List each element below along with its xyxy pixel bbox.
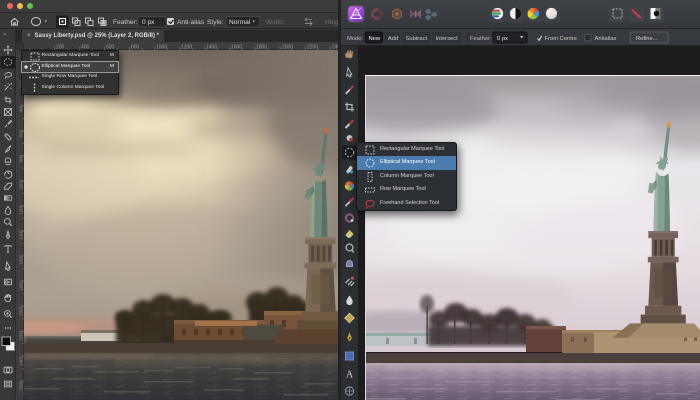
svg-text:2000: 2000 (19, 305, 24, 315)
svg-text:2200: 2200 (19, 330, 24, 340)
svg-text:Subtract: Subtract (406, 36, 428, 42)
svg-text:Width:: Width: (266, 19, 285, 26)
svg-text:Anti-alias: Anti-alias (177, 19, 205, 26)
svg-text:Normal: Normal (229, 19, 251, 26)
svg-text:Add: Add (388, 36, 398, 42)
svg-text:New: New (369, 36, 381, 42)
svg-text:»: » (3, 32, 7, 38)
svg-text:Mode:: Mode: (347, 36, 364, 42)
svg-text:2600: 2600 (19, 380, 24, 390)
svg-text:From Centre: From Centre (545, 36, 578, 42)
svg-text:Intersect: Intersect (436, 36, 459, 42)
svg-text:Heig: Heig (325, 19, 339, 26)
svg-text:A: A (346, 370, 354, 381)
svg-text:0 px: 0 px (497, 36, 508, 42)
svg-text:Style:: Style: (207, 19, 224, 26)
svg-text:Feather:: Feather: (470, 36, 492, 42)
svg-text:0 px: 0 px (142, 19, 155, 26)
svg-text:Antialias: Antialias (595, 36, 617, 42)
svg-text:Feather:: Feather: (113, 19, 138, 26)
svg-text:Refine...: Refine... (636, 36, 658, 42)
svg-text:2400: 2400 (19, 355, 24, 365)
svg-text:1800: 1800 (19, 280, 24, 290)
